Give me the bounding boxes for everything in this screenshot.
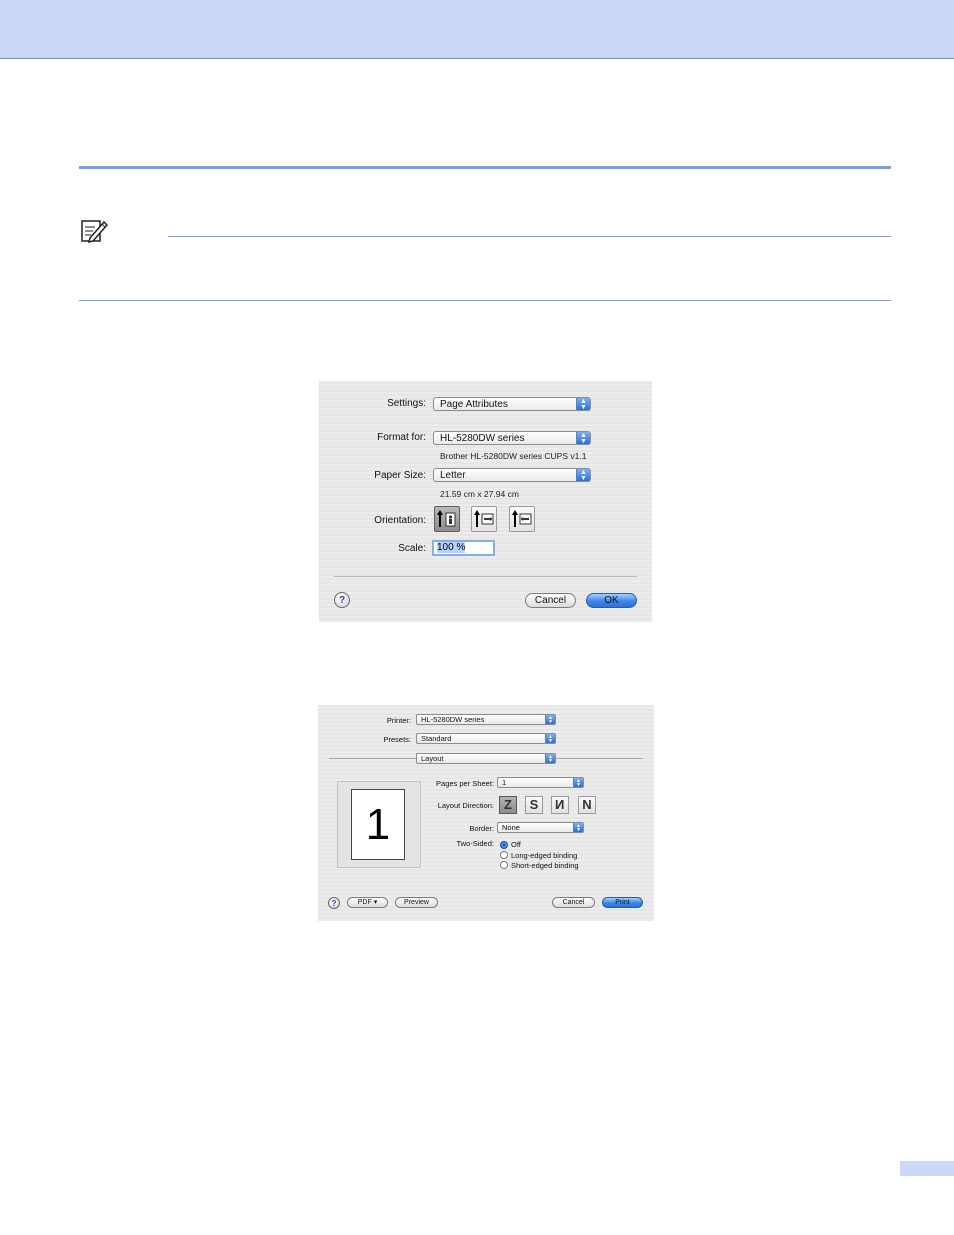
preview-button[interactable]: Preview (395, 897, 438, 908)
format-popup[interactable]: HL-5280DW series ▲ ▼ (433, 431, 591, 445)
presets-popup[interactable]: Standard ▲ ▼ (416, 733, 556, 744)
orientation-label: Orientation: (374, 515, 426, 526)
popup-arrows-icon: ▲ ▼ (545, 754, 555, 763)
n-reversed-order-icon: N (555, 797, 565, 812)
border-popup[interactable]: None ▲ ▼ (497, 822, 584, 833)
settings-popup[interactable]: Page Attributes ▲ ▼ (433, 397, 591, 411)
scale-value: 100 % (437, 542, 466, 553)
dialog-separator (334, 576, 637, 577)
direction-z-button[interactable]: Z (499, 796, 517, 814)
direction-n-button[interactable]: N (578, 796, 596, 814)
paper-size-description: 21.59 cm x 27.94 cm (440, 489, 519, 499)
long-edged-text: Long-edged binding (511, 851, 578, 860)
popup-arrows-icon: ▲ ▼ (576, 432, 590, 444)
presets-label: Presets: (383, 735, 411, 744)
page-number-tab (900, 1161, 954, 1176)
landscape-left-icon (474, 510, 494, 527)
header-band (0, 0, 954, 59)
landscape-right-icon (512, 510, 532, 527)
paper-size-value: Letter (440, 470, 466, 481)
two-sided-off-radio[interactable] (500, 841, 508, 849)
popup-arrows-icon: ▲ ▼ (576, 398, 590, 410)
border-label: Border: (469, 824, 494, 833)
short-edged-radio[interactable] (500, 861, 508, 869)
direction-s-button[interactable]: S (525, 796, 543, 814)
note-rule-top (168, 236, 891, 237)
two-sided-off-text: Off (511, 840, 521, 849)
printer-value: HL-5280DW series (421, 715, 485, 724)
help-button[interactable]: ? (334, 592, 350, 608)
s-order-icon: S (529, 797, 539, 812)
direction-n-reversed-button[interactable]: N (551, 796, 569, 814)
format-value: HL-5280DW series (440, 433, 525, 444)
popup-arrows-icon: ▲ ▼ (573, 823, 583, 832)
landscape-left-button[interactable] (471, 506, 497, 532)
preview-sheet: 1 (351, 789, 405, 860)
popup-arrows-icon: ▲ ▼ (545, 715, 555, 724)
note-rule-bottom (79, 300, 891, 301)
long-edged-radio[interactable] (500, 851, 508, 859)
note-icon (81, 220, 108, 244)
cancel-button[interactable]: Cancel (525, 593, 576, 608)
pages-per-sheet-label: Pages per Sheet: (436, 779, 494, 788)
popup-arrows-icon: ▲ ▼ (573, 778, 583, 787)
landscape-right-button[interactable] (509, 506, 535, 532)
presets-value: Standard (421, 734, 452, 743)
border-value: None (502, 823, 520, 832)
paper-size-label: Paper Size: (374, 470, 426, 481)
pages-per-sheet-value: 1 (502, 778, 507, 787)
print-help-button[interactable]: ? (328, 897, 340, 909)
n-order-icon: N (582, 797, 592, 812)
ok-button[interactable]: OK (586, 593, 637, 608)
section-rule (79, 166, 891, 169)
popup-arrows-icon: ▲ ▼ (576, 469, 590, 481)
two-sided-label: Two-Sided: (456, 839, 494, 848)
print-button[interactable]: Print (602, 897, 643, 908)
page-setup-dialog (319, 381, 652, 622)
scale-label: Scale: (398, 543, 426, 554)
format-description: Brother HL-5280DW series CUPS v1.1 (440, 451, 587, 461)
printer-label: Printer: (386, 716, 411, 725)
portrait-button[interactable] (434, 506, 460, 532)
layout-direction-label: Layout Direction: (437, 801, 494, 810)
settings-label: Settings: (387, 398, 426, 409)
settings-value: Page Attributes (440, 399, 508, 410)
panel-value: Layout (421, 754, 444, 763)
popup-arrows-icon: ▲ ▼ (545, 734, 555, 743)
scale-field[interactable]: 100 % (432, 540, 495, 556)
pages-per-sheet-popup[interactable]: 1 ▲ ▼ (497, 777, 584, 788)
paper-size-popup[interactable]: Letter ▲ ▼ (433, 468, 591, 482)
pdf-button[interactable]: PDF ▾ (347, 897, 388, 908)
short-edged-text: Short-edged binding (511, 861, 579, 870)
format-label: Format for: (377, 432, 426, 443)
portrait-icon (437, 510, 456, 527)
z-order-icon: Z (504, 797, 512, 812)
panel-popup[interactable]: Layout ▲ ▼ (416, 753, 556, 764)
print-cancel-button[interactable]: Cancel (552, 897, 595, 908)
printer-popup[interactable]: HL-5280DW series ▲ ▼ (416, 714, 556, 725)
